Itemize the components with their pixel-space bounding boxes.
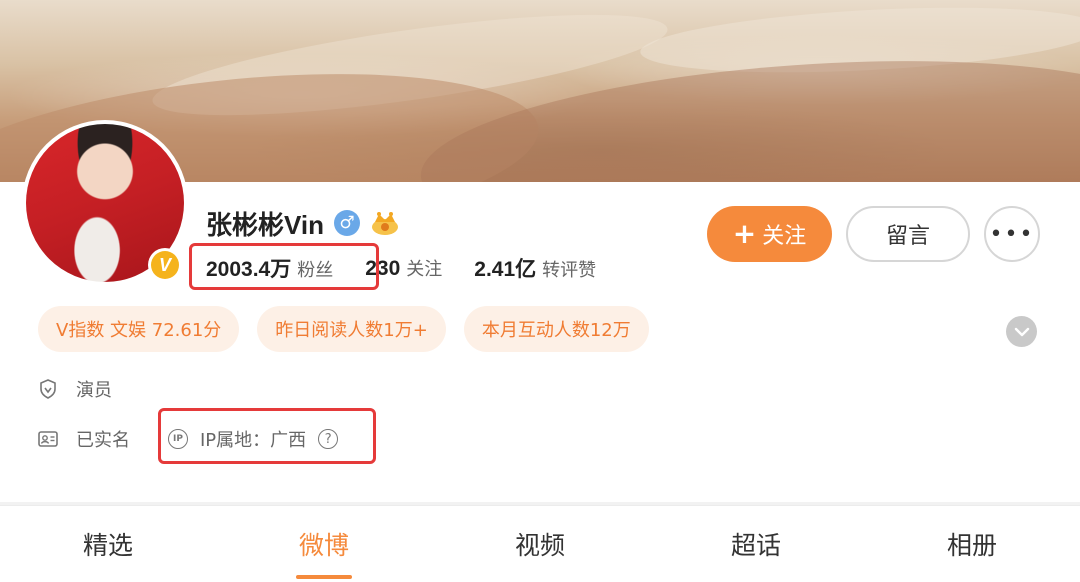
more-button[interactable]: ••• bbox=[984, 206, 1040, 262]
name-row: 张彬彬Vin ♂ bbox=[206, 205, 400, 241]
tag-v-index[interactable]: V指数 文娱 72.61分 bbox=[38, 306, 240, 352]
likes-label: 转评赞 bbox=[542, 260, 597, 281]
followers-highlight-box bbox=[189, 243, 379, 290]
following-label: 关注 bbox=[406, 259, 443, 280]
more-dots-icon: ••• bbox=[989, 221, 1035, 247]
message-button[interactable]: 留言 bbox=[846, 206, 970, 262]
male-icon: ♂ bbox=[333, 210, 360, 236]
plus-icon: + bbox=[732, 217, 757, 250]
tab-video[interactable]: 视频 bbox=[432, 506, 648, 582]
occupation-text: 演员 bbox=[76, 380, 112, 401]
id-card-icon bbox=[38, 429, 58, 449]
ip-highlight-box bbox=[158, 408, 376, 464]
tag-daily-readers[interactable]: 昨日阅读人数1万+ bbox=[257, 306, 446, 352]
likes-count: 2.41亿 bbox=[474, 258, 537, 281]
likes-stat: 2.41亿 转评赞 bbox=[474, 253, 596, 283]
verified-status-text: 已实名 bbox=[76, 430, 130, 451]
tab-weibo[interactable]: 微博 bbox=[216, 506, 432, 582]
tags-row: V指数 文娱 72.61分 昨日阅读人数1万+ 本月互动人数12万 bbox=[38, 306, 649, 352]
tab-super-topic[interactable]: 超话 bbox=[648, 506, 864, 582]
follow-label: 关注 bbox=[762, 224, 807, 249]
shield-icon bbox=[38, 379, 58, 399]
profile-name: 张彬彬Vin bbox=[206, 209, 324, 240]
profile-tabs: 精选 微博 视频 超话 相册 bbox=[0, 505, 1080, 582]
occupation-row: 演员 bbox=[38, 376, 112, 402]
tab-featured[interactable]: 精选 bbox=[0, 506, 216, 582]
message-label: 留言 bbox=[885, 224, 930, 249]
tag-monthly-interactions[interactable]: 本月互动人数12万 bbox=[463, 306, 649, 352]
tab-album[interactable]: 相册 bbox=[864, 506, 1080, 582]
follow-button[interactable]: + 关注 bbox=[707, 206, 832, 262]
verified-badge: V bbox=[148, 248, 182, 282]
crown-icon[interactable] bbox=[370, 210, 400, 236]
chevron-down-icon[interactable] bbox=[1006, 316, 1037, 347]
verified-v-icon: V bbox=[151, 251, 179, 279]
